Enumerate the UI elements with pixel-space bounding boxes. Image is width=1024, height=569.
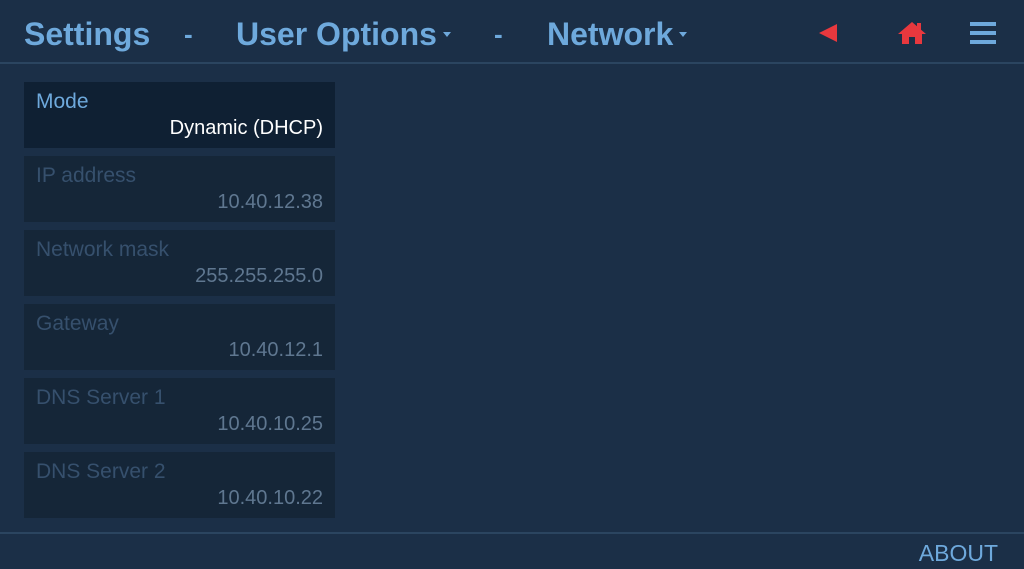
footer-bar: ABOUT (0, 532, 1024, 569)
breadcrumb-user-options[interactable]: User Options (236, 14, 451, 54)
home-icon (898, 22, 926, 44)
hamburger-menu-icon (970, 22, 996, 44)
field-gateway: Gateway 10.40.12.1 (24, 304, 335, 370)
breadcrumb-settings-label: Settings (24, 16, 151, 52)
header-bar: Settings - User Options - Network (0, 0, 1024, 64)
field-mode[interactable]: Mode Dynamic (DHCP) (24, 82, 335, 148)
field-network-mask: Network mask 255.255.255.0 (24, 230, 335, 296)
field-value: Dynamic (DHCP) (169, 117, 323, 139)
home-button[interactable] (895, 16, 929, 50)
back-button[interactable] (812, 16, 846, 50)
field-label: IP address (36, 164, 137, 187)
field-value: 10.40.12.1 (228, 339, 323, 361)
back-triangle-icon (819, 24, 837, 42)
app-window: Settings - User Options - Network Mode D… (0, 0, 1024, 569)
breadcrumb-network-label: Network (547, 16, 674, 52)
field-label: Mode (36, 90, 89, 113)
breadcrumb-settings[interactable]: Settings (24, 14, 150, 54)
about-link[interactable]: ABOUT (919, 540, 998, 567)
field-label: DNS Server 1 (36, 386, 166, 409)
field-label: Network mask (36, 238, 170, 261)
breadcrumb-separator: - (184, 19, 193, 49)
field-label: Gateway (36, 312, 119, 335)
field-ip-address: IP address 10.40.12.38 (24, 156, 335, 222)
field-dns-server-1: DNS Server 1 10.40.10.25 (24, 378, 335, 444)
breadcrumb-user-options-label: User Options (236, 16, 437, 52)
breadcrumb-network[interactable]: Network (547, 14, 688, 54)
caret-down-icon (442, 32, 451, 38)
field-label: DNS Server 2 (36, 460, 166, 483)
menu-button[interactable] (966, 16, 1000, 50)
field-dns-server-2: DNS Server 2 10.40.10.22 (24, 452, 335, 518)
field-value: 10.40.10.22 (217, 487, 323, 509)
field-value: 255.255.255.0 (195, 265, 323, 287)
field-value: 10.40.10.25 (217, 413, 323, 435)
field-value: 10.40.12.38 (217, 191, 323, 213)
caret-down-icon (679, 32, 688, 38)
breadcrumb-separator: - (494, 19, 503, 49)
